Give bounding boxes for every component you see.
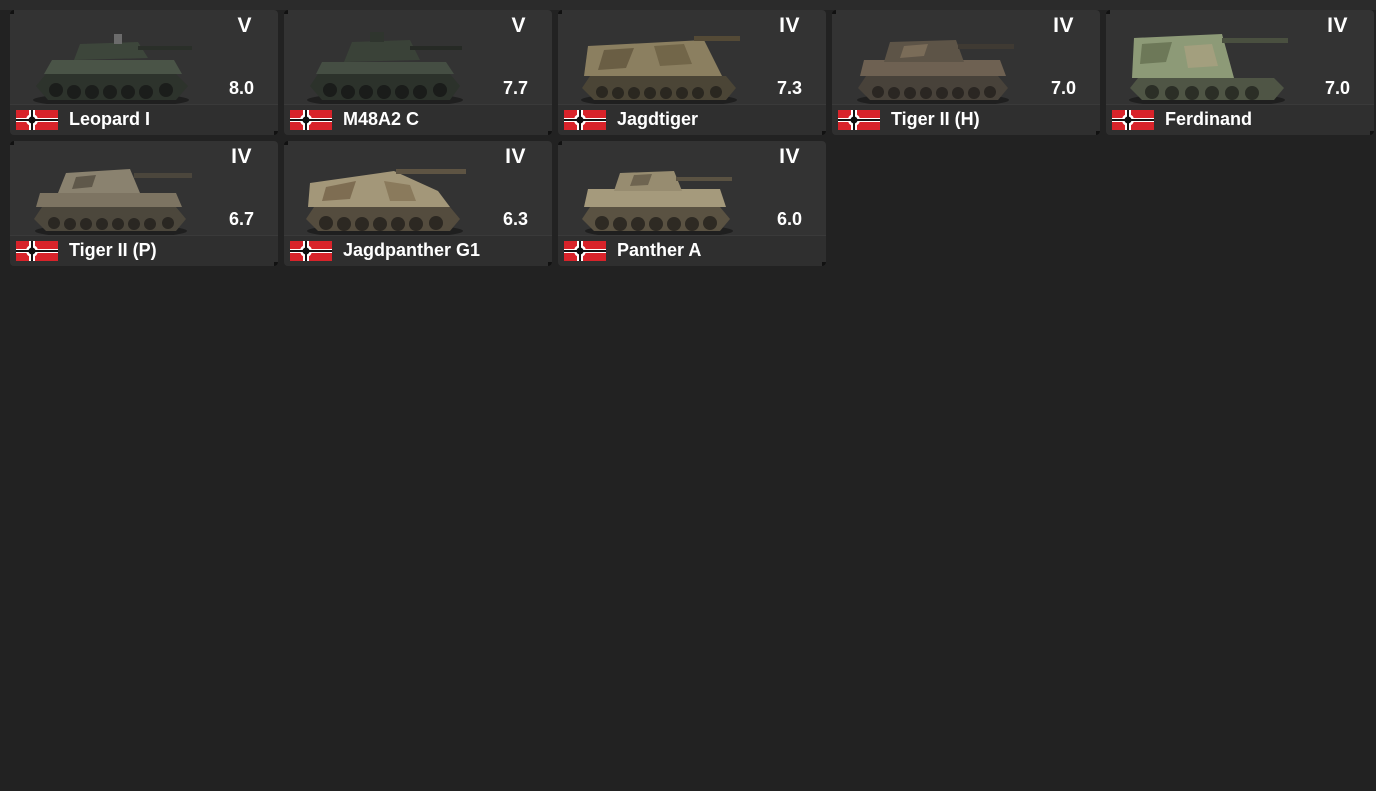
vehicle-name: Jagdtiger	[617, 109, 699, 129]
battle-rating: 7.0	[1050, 78, 1076, 98]
vehicle-name: Panther A	[617, 240, 702, 260]
name-bar: M48A2 C	[284, 104, 552, 135]
vehicle-card-ferdinand[interactable]: IV 7.0 Ferdinand	[1106, 10, 1374, 135]
rank-label: IV	[505, 145, 526, 168]
rank-label: IV	[1053, 14, 1074, 37]
vehicle-name: Tiger II (H)	[891, 109, 980, 129]
german-war-ensign-icon	[564, 110, 606, 130]
rank-label: IV	[779, 14, 800, 37]
name-bar: Tiger II (H)	[832, 104, 1100, 135]
battle-rating: 6.0	[776, 209, 802, 229]
tank-image	[581, 36, 740, 107]
vehicle-name: Ferdinand	[1165, 109, 1253, 129]
tank-image	[307, 32, 463, 107]
tank-image	[857, 40, 1014, 107]
german-war-ensign-icon	[838, 110, 880, 130]
battle-rating: 6.7	[228, 209, 254, 229]
german-war-ensign-icon	[290, 110, 332, 130]
vehicle-name: M48A2 C	[343, 109, 420, 129]
vehicle-card-m48a2-c[interactable]: V 7.7 M48A2 C	[284, 10, 552, 135]
tank-image	[582, 171, 733, 238]
german-war-ensign-icon	[1112, 110, 1154, 130]
vehicle-card-leopard-i[interactable]: V 8.0 Leopard I	[10, 10, 278, 135]
vehicle-card-jagdpanther-g1[interactable]: IV 6.3 Jagdpanther G1	[284, 141, 552, 266]
rank-label: IV	[231, 145, 252, 168]
german-war-ensign-icon	[16, 241, 58, 261]
vehicle-card-jagdtiger[interactable]: IV 7.3 Jagdtiger	[558, 10, 826, 135]
vehicle-card-panther-a[interactable]: IV 6.0 Panther A	[558, 141, 826, 266]
vehicle-card-tiger-ii-p[interactable]: IV 6.7 Tiger II (P)	[10, 141, 278, 266]
name-bar: Panther A	[558, 235, 826, 266]
german-war-ensign-icon	[290, 241, 332, 261]
vehicle-name: Leopard I	[69, 109, 151, 129]
name-bar: Leopard I	[10, 104, 278, 135]
name-bar: Tiger II (P)	[10, 235, 278, 266]
battle-rating: 7.0	[1324, 78, 1350, 98]
name-bar: Jagdpanther G1	[284, 235, 552, 266]
tank-image	[306, 169, 466, 238]
battle-rating: 6.3	[502, 209, 528, 229]
rank-label: IV	[779, 145, 800, 168]
top-strip	[0, 0, 1376, 10]
rank-label: V	[237, 14, 252, 37]
battle-rating: 7.3	[776, 78, 802, 98]
tank-image	[1129, 34, 1288, 107]
battle-rating: 7.7	[502, 78, 528, 98]
vehicle-name: Jagdpanther G1	[343, 240, 481, 260]
tank-image	[33, 34, 192, 107]
rank-label: IV	[1327, 14, 1348, 37]
vehicle-grid: V 8.0 Leopard I V 7.7 M48A2 C IV 7.3 Jag…	[10, 10, 1374, 266]
name-bar: Ferdinand	[1106, 104, 1374, 135]
tank-image	[34, 169, 192, 238]
vehicle-name: Tiger II (P)	[69, 240, 157, 260]
vehicle-tree-screen: V 8.0 Leopard I V 7.7 M48A2 C IV 7.3 Jag…	[0, 0, 1376, 791]
german-war-ensign-icon	[16, 110, 58, 130]
german-war-ensign-icon	[564, 241, 606, 261]
name-bar: Jagdtiger	[558, 104, 826, 135]
battle-rating: 8.0	[228, 78, 254, 98]
vehicle-card-tiger-ii-h[interactable]: IV 7.0 Tiger II (H)	[832, 10, 1100, 135]
rank-label: V	[511, 14, 526, 37]
